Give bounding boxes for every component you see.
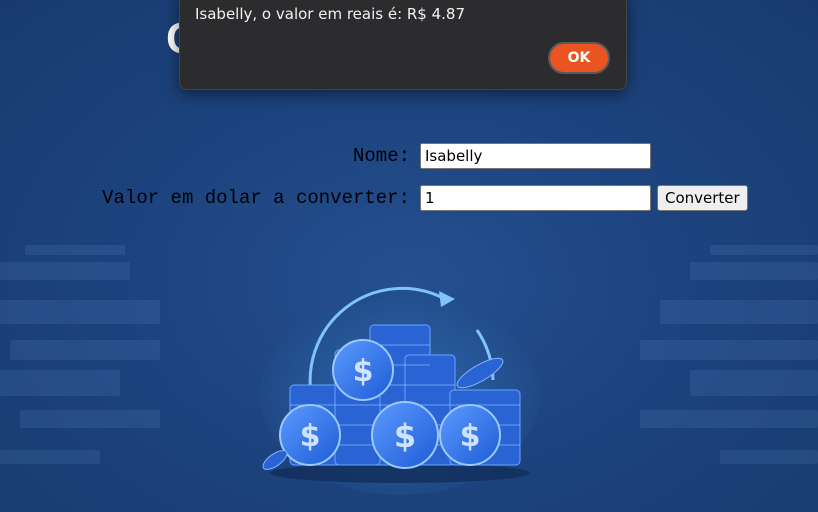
coin-symbol: $ — [460, 419, 481, 454]
coin-symbol: $ — [353, 354, 374, 389]
amount-row: Valor em dolar a converter: Converter — [0, 185, 748, 211]
coin-symbol: $ — [300, 419, 321, 454]
coin-stack-icon: $ $ $ $ — [260, 286, 540, 495]
amount-input[interactable] — [420, 185, 651, 211]
name-label: Nome: — [352, 145, 410, 167]
amount-label: Valor em dolar a converter: — [102, 187, 410, 209]
ok-button[interactable]: OK — [548, 42, 610, 74]
alert-dialog: Isabelly, o valor em reais é: R$ 4.87 OK — [179, 0, 627, 90]
convert-button[interactable]: Converter — [657, 185, 748, 211]
name-row: Nome: — [0, 143, 651, 169]
alert-message: Isabelly, o valor em reais é: R$ 4.87 — [195, 5, 466, 23]
coin-symbol: $ — [394, 417, 416, 455]
name-input[interactable] — [420, 143, 651, 169]
